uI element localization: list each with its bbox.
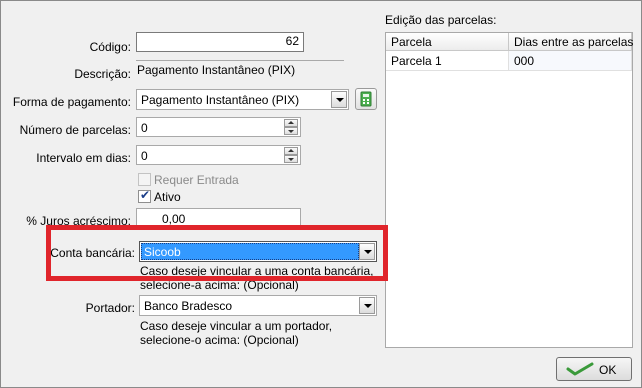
numero-parcelas-value: 0: [141, 121, 148, 135]
intervalo-dias-value: 0: [141, 149, 148, 163]
descricao-label: Descrição:: [74, 67, 131, 81]
forma-pagamento-value: Pagamento Instantâneo (PIX): [141, 93, 300, 107]
descricao-value: Pagamento Instantâneo (PIX): [137, 63, 296, 77]
checkmark-icon: ✔: [140, 188, 151, 202]
conta-bancaria-select[interactable]: Sicoob: [139, 241, 377, 262]
column-header-dias[interactable]: Dias entre as parcelas: [509, 33, 633, 51]
intervalo-dias-label: Intervalo em dias:: [36, 151, 131, 165]
codigo-value: 62: [285, 34, 299, 48]
numero-parcelas-label: Número de parcelas:: [19, 123, 131, 137]
column-header-parcela[interactable]: Parcela: [386, 33, 509, 51]
portador-select[interactable]: Banco Bradesco: [139, 295, 377, 316]
conta-bancaria-label: Conta bancária:: [50, 246, 135, 260]
forma-pagamento-select[interactable]: Pagamento Instantâneo (PIX): [136, 89, 349, 110]
ok-label: OK: [599, 363, 617, 377]
intervalo-dias-spinner[interactable]: 0: [136, 145, 301, 165]
ok-button[interactable]: OK: [556, 357, 632, 381]
conta-bancaria-hint-1: Caso deseje vincular a uma conta bancári…: [140, 264, 374, 278]
portador-label: Portador:: [85, 301, 135, 315]
calculator-button[interactable]: [355, 88, 377, 110]
table-row-cell-dias[interactable]: 000: [509, 51, 632, 71]
parcelas-table[interactable]: Parcela Dias entre as parcelas Parcela 1…: [385, 32, 633, 348]
conta-bancaria-hint-2: selecione-a acima: (Opcional): [140, 278, 299, 292]
chevron-down-icon[interactable]: [359, 243, 375, 260]
juros-field[interactable]: 0,00: [136, 208, 301, 228]
numero-parcelas-spinner[interactable]: 0: [136, 117, 301, 137]
portador-hint-1: Caso deseje vincular a um portador,: [140, 319, 333, 333]
spin-down-icon[interactable]: [284, 155, 298, 163]
spin-down-icon[interactable]: [284, 127, 298, 135]
descricao-field[interactable]: Pagamento Instantâneo (PIX): [136, 60, 344, 78]
requer-entrada-checkbox[interactable]: [138, 173, 151, 186]
ativo-checkbox[interactable]: ✔: [138, 188, 151, 203]
juros-value: 0,00: [162, 212, 186, 226]
portador-hint-2: selecione-o acima: (Opcional): [140, 333, 299, 347]
chevron-down-icon[interactable]: [331, 91, 347, 108]
checkmark-icon: [566, 362, 594, 376]
parcelas-panel-title: Edição das parcelas:: [385, 13, 497, 27]
calculator-icon: [360, 91, 372, 107]
requer-entrada-label: Requer Entrada: [154, 173, 239, 187]
codigo-field[interactable]: 62: [136, 32, 304, 52]
juros-label: % Juros acréscimo:: [26, 214, 131, 228]
payment-form-window: Código: 62 Descrição: Pagamento Instantâ…: [0, 0, 642, 388]
codigo-label: Código:: [89, 40, 131, 54]
forma-pagamento-label: Forma de pagamento:: [12, 95, 131, 109]
spin-up-icon[interactable]: [284, 147, 298, 155]
conta-bancaria-value: Sicoob: [144, 245, 181, 259]
portador-value: Banco Bradesco: [144, 299, 233, 313]
ativo-label: Ativo: [154, 190, 181, 204]
chevron-down-icon[interactable]: [359, 297, 375, 314]
table-row-cell-parcela[interactable]: Parcela 1: [386, 51, 509, 71]
spin-up-icon[interactable]: [284, 119, 298, 127]
